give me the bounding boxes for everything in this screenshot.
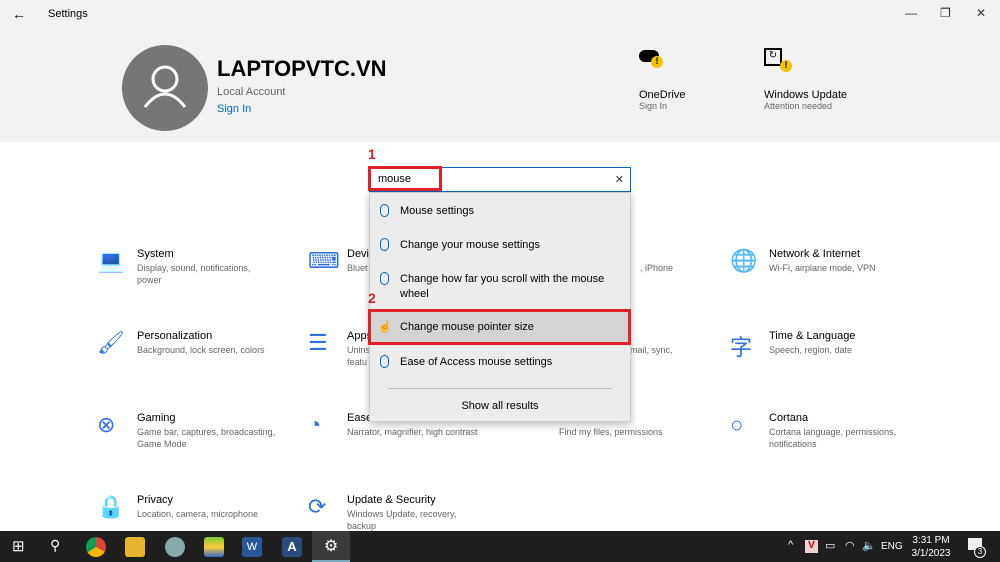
onedrive-service[interactable]: ! OneDrive Sign In — [639, 50, 699, 111]
search-suggestions: Mouse settings Change your mouse setting… — [369, 192, 631, 422]
search-desc-partial: Find my files, permissions — [559, 427, 663, 437]
app-icon[interactable] — [165, 537, 185, 557]
mouse-icon — [380, 204, 389, 217]
sync-icon: ⟳ — [308, 494, 327, 519]
tile-title: Network & Internet — [769, 248, 861, 260]
restore-button[interactable]: ❐ — [940, 6, 951, 20]
suggestion-scroll-wheel[interactable]: Change how far you scroll with the mouse… — [370, 272, 630, 302]
user-icon — [143, 65, 187, 108]
notification-count: 3 — [974, 546, 986, 558]
paint-icon: 🖌 — [97, 330, 125, 355]
volume-icon[interactable]: 🔈 — [862, 539, 876, 552]
accounts-desc-partial: mail, sync, — [630, 345, 673, 355]
language-indicator[interactable]: ENG — [881, 541, 903, 552]
ease-of-access-icon: ◔ — [308, 412, 322, 437]
xbox-icon: ⊗ — [97, 412, 116, 437]
tile-desc: Wi-Fi, airplane mode, VPN — [769, 263, 876, 273]
settings-taskbar-icon[interactable]: ⚙ — [312, 531, 350, 562]
windows-start-icon[interactable]: ⊞ — [12, 537, 25, 555]
close-button[interactable]: ✕ — [976, 6, 986, 20]
chrome-icon[interactable] — [86, 537, 106, 557]
tile-network-internet[interactable]: 🌐 Network & Internet Wi-Fi, airplane mod… — [730, 248, 919, 308]
minimize-button[interactable]: — — [905, 6, 917, 20]
tile-title: Time & Language — [769, 330, 856, 342]
windows-update-label: Windows Update — [764, 89, 848, 101]
windows-update-service[interactable]: ↻! Windows Update Attention needed — [764, 48, 874, 111]
account-type: Local Account — [217, 86, 286, 98]
tile-desc: Narrator, magnifier, high contrast — [347, 427, 478, 437]
battery-icon[interactable]: ▭ — [825, 539, 835, 552]
v-app-tray-icon[interactable]: V — [805, 540, 818, 553]
taskbar: ⊞ ⚲ W A ⚙ ^ V ▭ ◠ 🔈 ENG 3:31 PM 3/1/2023 … — [0, 531, 1000, 562]
font-app-icon[interactable]: A — [282, 537, 302, 557]
show-hidden-icons[interactable]: ^ — [788, 539, 793, 551]
cortana-icon: ○ — [730, 412, 744, 437]
bluestacks-icon[interactable] — [204, 537, 224, 557]
tile-title: Cortana — [769, 412, 809, 424]
suggestion-change-mouse-settings[interactable]: Change your mouse settings — [370, 238, 630, 253]
tile-title: System — [137, 248, 174, 260]
tile-desc: Display, sound, notifications, power — [137, 263, 251, 285]
step1-label: 1 — [368, 146, 376, 162]
avatar — [122, 45, 208, 131]
file-explorer-icon[interactable] — [125, 537, 145, 557]
account-name: LAPTOPVTC.VN — [217, 56, 387, 81]
clear-search-icon[interactable]: ✕ — [615, 173, 624, 186]
tile-personalization[interactable]: 🖌 Personalization Background, lock scree… — [97, 330, 287, 390]
clock[interactable]: 3:31 PM 3/1/2023 — [908, 534, 954, 560]
step2-highlight — [368, 309, 631, 345]
suggestion-ease-mouse[interactable]: Ease of Access mouse settings — [370, 355, 630, 370]
mouse-icon — [380, 355, 389, 368]
tile-desc: Speech, region, date — [769, 345, 853, 355]
window-title: Settings — [48, 8, 88, 20]
windows-update-icon: ↻! — [764, 48, 792, 72]
windows-update-status: Attention needed — [764, 101, 833, 111]
tile-desc: Background, lock screen, colors — [137, 345, 265, 355]
tile-cortana[interactable]: ○ Cortana Cortana language, permissions,… — [730, 412, 919, 472]
tile-time-language[interactable]: 字 Time & Language Speech, region, date — [730, 330, 919, 390]
tile-system[interactable]: 💻 System Display, sound, notifications, … — [97, 248, 287, 308]
tile-title: Privacy — [137, 494, 174, 506]
search-icon[interactable]: ⚲ — [50, 537, 60, 554]
step2-label: 2 — [368, 290, 376, 306]
tile-desc: Cortana language, permissions, notificat… — [769, 427, 897, 449]
word-icon[interactable]: W — [242, 537, 262, 557]
tile-desc: Game bar, captures, broadcasting, Game M… — [137, 427, 276, 449]
suggestion-mouse-settings[interactable]: Mouse settings — [370, 204, 630, 219]
phone-desc-partial: , iPhone — [640, 263, 674, 273]
tile-title: Personalization — [137, 330, 213, 342]
step1-highlight — [368, 166, 442, 191]
apps-list-icon: ☰ — [308, 330, 328, 355]
keyboard-speaker-icon: ⌨ — [308, 248, 340, 273]
onedrive-icon: ! — [639, 50, 663, 68]
tile-desc: Windows Update, recovery, backup — [347, 509, 457, 531]
tile-title: Update & Security — [347, 494, 436, 506]
show-all-results[interactable]: Show all results — [370, 400, 630, 412]
tile-desc: Location, camera, microphone — [137, 509, 259, 519]
tile-title: Gaming — [137, 412, 176, 424]
mouse-icon — [380, 272, 389, 285]
wifi-icon[interactable]: ◠ — [845, 539, 855, 552]
tile-gaming[interactable]: ⊗ Gaming Game bar, captures, broadcastin… — [97, 412, 287, 472]
back-arrow-icon[interactable]: ← — [12, 6, 26, 22]
mouse-icon — [380, 238, 389, 251]
laptop-icon: 💻 — [97, 248, 125, 273]
onedrive-status: Sign In — [639, 101, 668, 111]
sign-in-link[interactable]: Sign In — [217, 103, 251, 115]
divider — [388, 388, 612, 389]
onedrive-label: OneDrive — [639, 89, 686, 101]
lock-icon: 🔒 — [97, 494, 125, 519]
